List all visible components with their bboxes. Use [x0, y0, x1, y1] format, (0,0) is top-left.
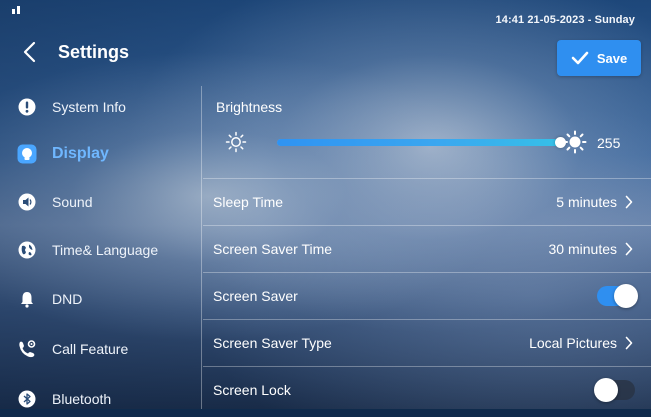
sun-small-icon — [225, 131, 247, 153]
brightness-slider[interactable]: 255 — [225, 130, 645, 156]
screen-saver-row: Screen Saver — [203, 272, 651, 319]
sidebar-item-label: DND — [52, 291, 83, 307]
brightness-label: Brightness — [216, 99, 283, 115]
screen-saver-label: Screen Saver — [213, 288, 298, 304]
screen-saver-toggle[interactable] — [597, 284, 638, 308]
screen-lock-label: Screen Lock — [213, 382, 291, 398]
sidebar-item-call-feature[interactable]: Call Feature — [0, 331, 200, 367]
sleep-time-label: Sleep Time — [213, 194, 284, 210]
screen-lock-row: Screen Lock — [203, 366, 651, 413]
sidebar-item-label: Display — [52, 145, 109, 162]
sidebar-item-bluetooth[interactable]: Bluetooth — [0, 381, 200, 417]
screen-saver-time-value: 30 minutes — [548, 241, 617, 257]
toggle-knob — [594, 378, 618, 402]
sidebar-item-sound[interactable]: Sound — [0, 184, 200, 220]
info-icon — [17, 97, 37, 117]
display-icon — [17, 144, 37, 164]
clock: 14:41 21-05-2023 - Sunday — [495, 14, 635, 26]
chevron-right-icon — [625, 242, 633, 256]
sidebar-item-label: Bluetooth — [52, 391, 112, 407]
screen-saver-type-row[interactable]: Screen Saver Type Local Pictures — [203, 319, 651, 366]
sidebar-item-label: Time& Language — [52, 242, 159, 258]
sidebar-item-label: Sound — [52, 194, 93, 210]
save-label: Save — [596, 50, 628, 66]
sidebar-item-dnd[interactable]: DND — [0, 281, 200, 317]
sidebar-divider — [201, 86, 202, 409]
sleep-time-row[interactable]: Sleep Time 5 minutes — [203, 178, 651, 225]
globe-icon — [17, 240, 37, 260]
screen-saver-type-value: Local Pictures — [529, 335, 617, 351]
brightness-track[interactable] — [277, 137, 566, 148]
brightness-fill — [277, 139, 561, 146]
screen-saver-time-row[interactable]: Screen Saver Time 30 minutes — [203, 225, 651, 272]
signal-icon — [12, 6, 20, 14]
toggle-knob — [614, 284, 638, 308]
sleep-time-value: 5 minutes — [556, 194, 617, 210]
sidebar-item-system-info[interactable]: System Info — [0, 89, 200, 125]
chevron-right-icon — [625, 195, 633, 209]
brightness-value: 255 — [597, 135, 621, 151]
sun-large-icon — [563, 130, 587, 154]
sidebar-item-label: System Info — [52, 99, 126, 115]
screen-saver-type-label: Screen Saver Type — [213, 335, 332, 351]
speaker-icon — [17, 192, 37, 212]
status-bar: 14:41 21-05-2023 - Sunday — [0, 0, 651, 30]
bluetooth-icon — [17, 389, 37, 409]
phone-settings-icon — [17, 339, 37, 359]
screen-saver-time-label: Screen Saver Time — [213, 241, 333, 257]
chevron-right-icon — [625, 336, 633, 350]
sidebar: System Info Display Sound Time& Language… — [0, 84, 200, 409]
sidebar-item-display[interactable]: Display — [0, 136, 200, 172]
bell-icon — [17, 289, 37, 309]
chevron-left-icon[interactable] — [22, 41, 36, 63]
page-title: Settings — [58, 42, 130, 62]
save-button[interactable]: Save — [557, 40, 641, 76]
sidebar-item-time-language[interactable]: Time& Language — [0, 232, 200, 268]
screen-lock-toggle[interactable] — [594, 378, 635, 402]
sidebar-item-label: Call Feature — [52, 341, 129, 357]
check-icon — [571, 51, 589, 65]
display-settings-panel: Brightness 255 Sleep Time 5 minutes Scre… — [203, 84, 651, 409]
